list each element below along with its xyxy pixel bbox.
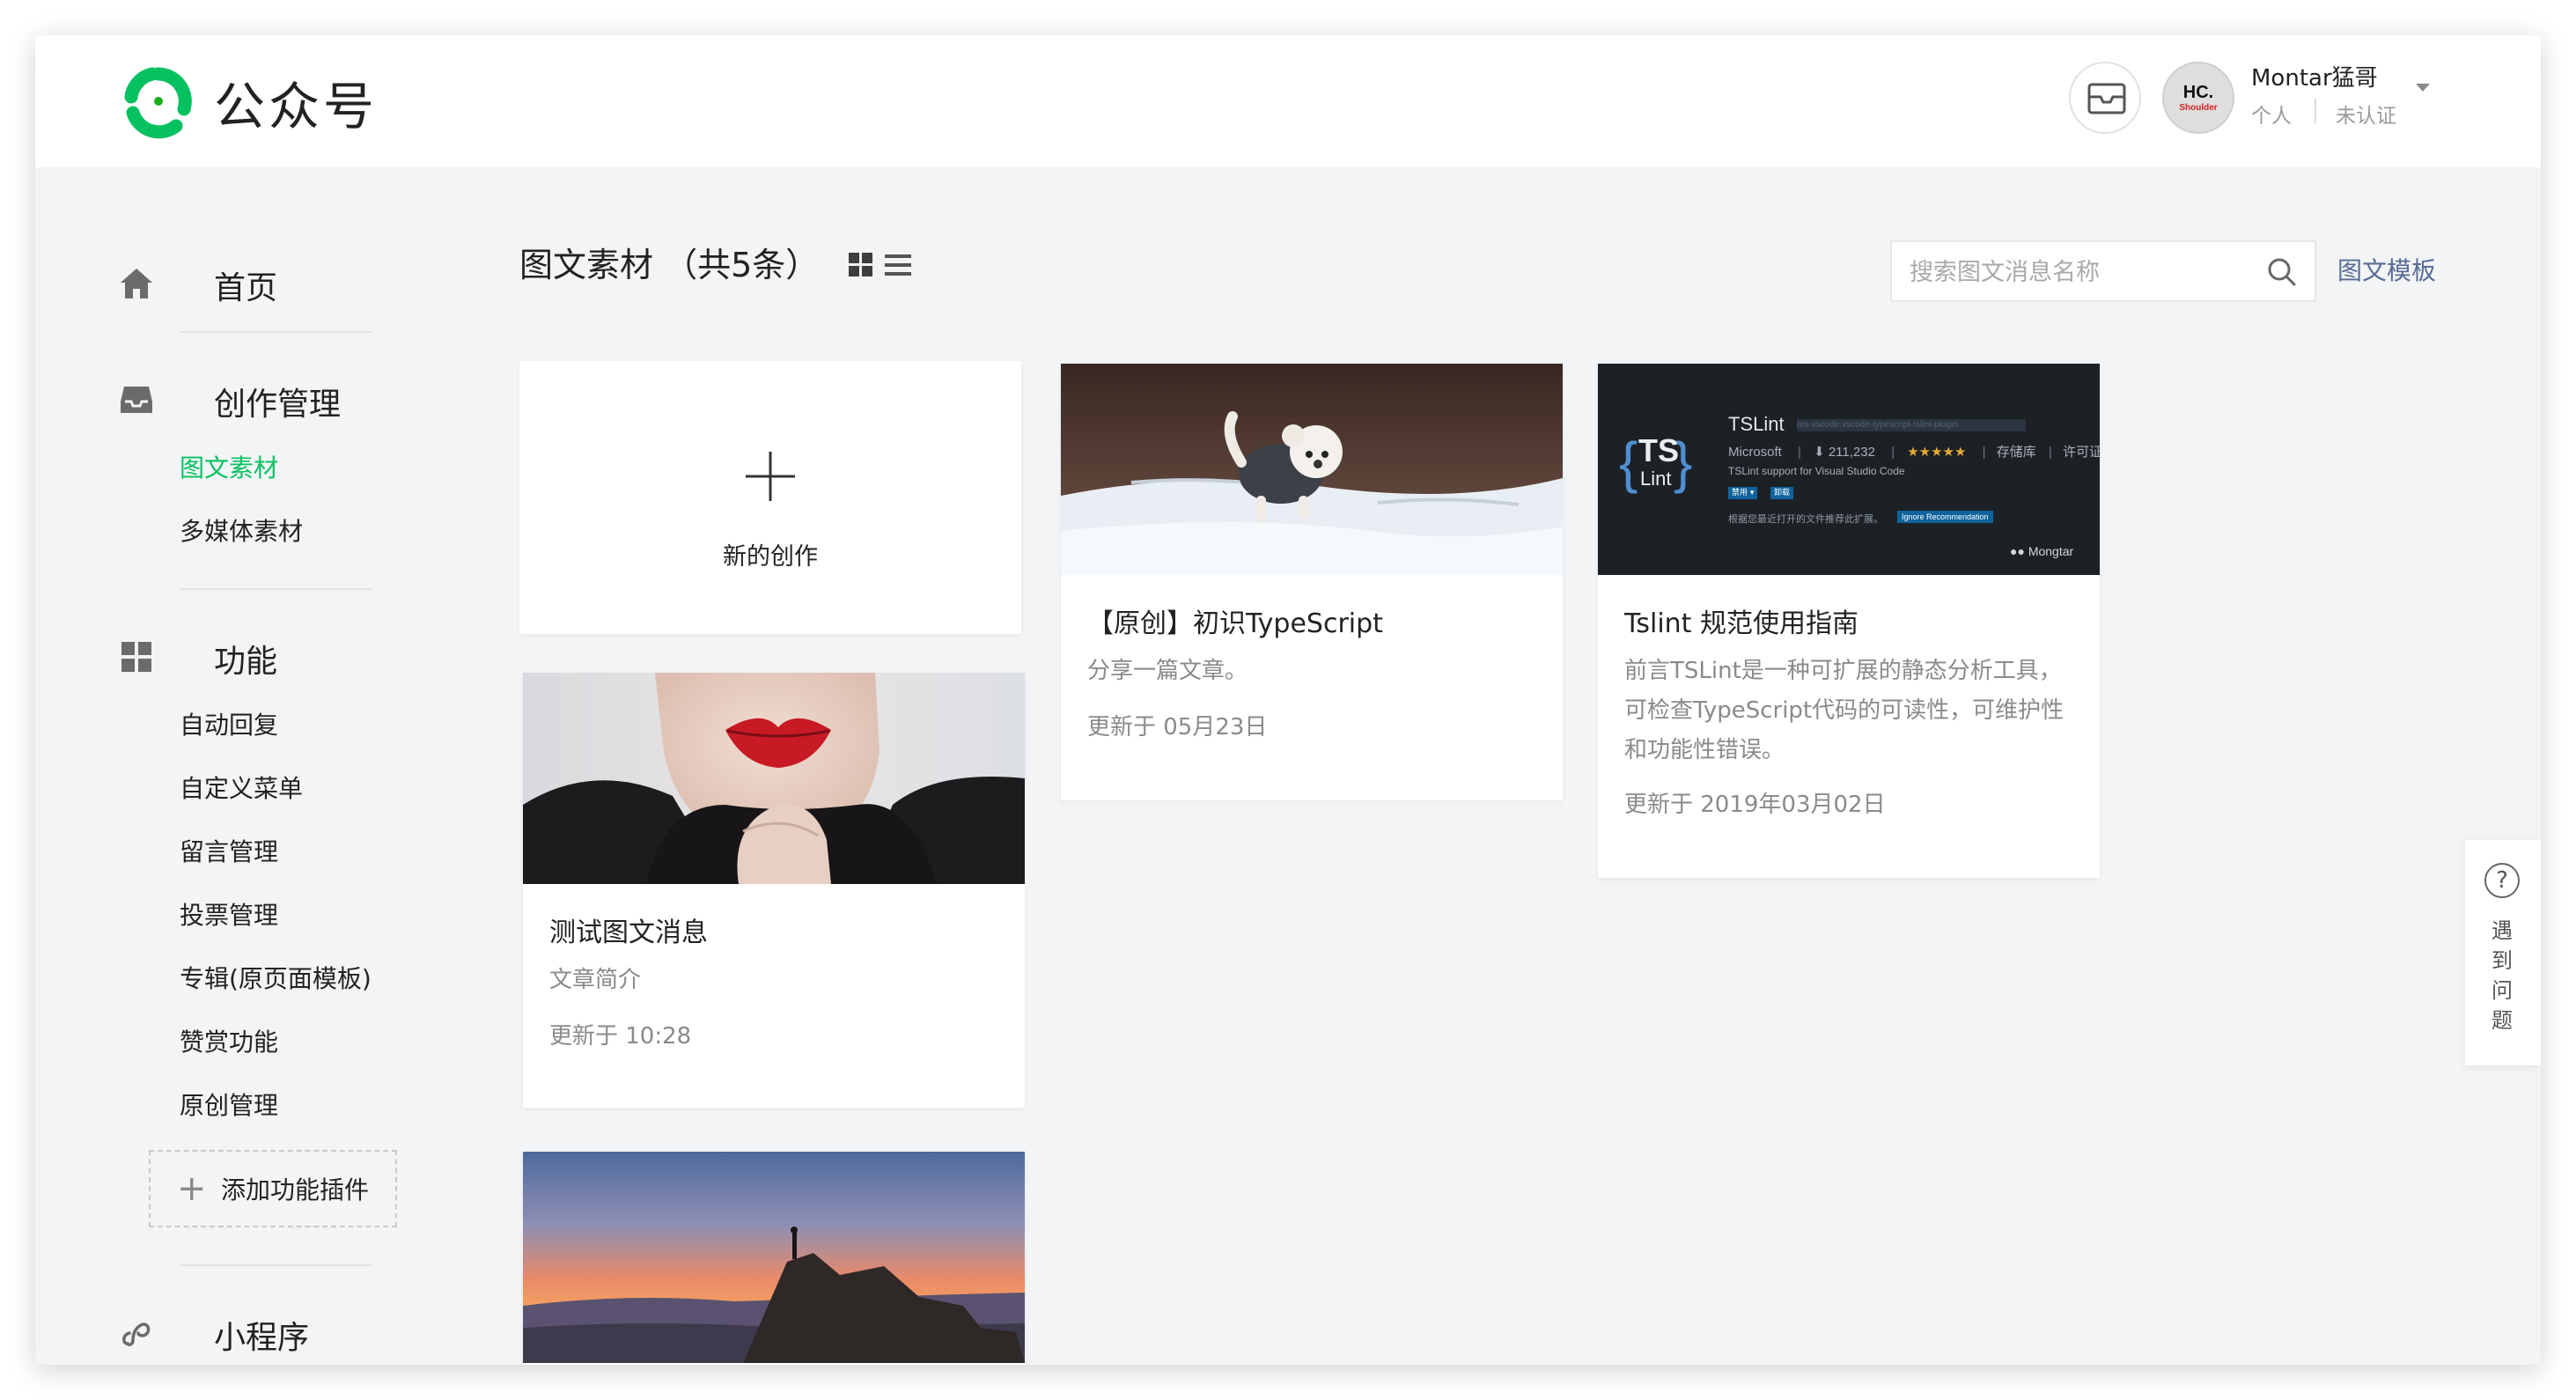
home-icon — [121, 269, 152, 298]
list-view-icon[interactable] — [885, 252, 911, 278]
grid-view-icon[interactable] — [848, 252, 874, 278]
sidebar-item-rewards[interactable]: 赞赏功能 — [180, 1023, 278, 1058]
article-thumbnail — [1061, 364, 1563, 575]
article-digest: 文章简介 — [549, 967, 642, 993]
sidebar-item-albums[interactable]: 专辑(原页面模板) — [180, 960, 372, 995]
tslint-stars: ★★★★★ — [1907, 445, 1967, 460]
sidebar-item-original[interactable]: 原创管理 — [180, 1087, 278, 1122]
sidebar-divider — [180, 331, 372, 333]
tslint-logo-bottom: Lint — [1640, 468, 1672, 490]
article-title: Tslint 规范使用指南 — [1624, 608, 1858, 639]
tslint-installs: 211,232 — [1828, 445, 1875, 460]
grid-icon — [121, 642, 151, 672]
search-icon[interactable] — [2267, 257, 2297, 287]
app-window: 公众号 HC. Shoulder Montar猛哥 个人 未认证 首页 创作管理 — [35, 35, 2541, 1365]
article-title: 测试图文消息 — [549, 917, 708, 948]
tslint-logo: { } TS Lint — [1619, 431, 1693, 494]
tslint-publisher: Microsoft — [1728, 445, 1782, 460]
help-label: 遇到问题 — [2491, 918, 2513, 1033]
tslint-desc: TSLint support for Visual Studio Code — [1728, 465, 1905, 477]
inbox-icon — [121, 387, 152, 413]
sidebar-section-label: 创作管理 — [214, 387, 342, 423]
new-creation-label: 新的创作 — [723, 543, 818, 571]
sidebar-item-image-text[interactable]: 图文素材 — [180, 449, 278, 484]
page-title: 图文素材 （共5条） — [519, 246, 820, 284]
tslint-ignore-button: Ignore Recommendation — [1897, 511, 1993, 523]
search-input[interactable] — [1908, 254, 2255, 290]
sidebar-item-comments[interactable]: 留言管理 — [180, 833, 278, 868]
sidebar-item-votes[interactable]: 投票管理 — [180, 896, 278, 932]
tslint-license: 许可证 — [2062, 445, 2100, 460]
add-plugin-label: 添加功能插件 — [221, 1175, 370, 1205]
tslint-tag-disable: 禁用 ▾ — [1728, 487, 1758, 499]
article-digest: 分享一篇文章。 — [1087, 658, 1248, 684]
help-tab[interactable]: ? 遇到问题 — [2465, 840, 2541, 1065]
wechat-official-logo-icon[interactable] — [119, 62, 198, 141]
top-bar: 公众号 HC. Shoulder Montar猛哥 个人 未认证 — [35, 35, 2541, 167]
sidebar-section-label: 功能 — [214, 644, 278, 680]
new-creation-card[interactable]: 新的创作 — [519, 361, 1021, 634]
sidebar-divider — [180, 1264, 372, 1266]
user-divider — [2315, 99, 2316, 123]
sidebar-item-media[interactable]: 多媒体素材 — [180, 512, 303, 548]
add-plugin-button[interactable]: + 添加功能插件 — [149, 1150, 397, 1227]
sidebar-divider — [180, 588, 372, 590]
watermark: ●● Mongtar — [2010, 544, 2073, 558]
article-card[interactable]: 【原创】初识TypeScript 分享一篇文章。 更新于 05月23日 — [1061, 364, 1563, 800]
tslint-slug: ms-vscode.vscode-typescript-tslint-plugi… — [1797, 419, 2026, 431]
tslint-note: 根据您最近打开的文件推荐此扩展。 — [1728, 513, 1883, 525]
article-card[interactable] — [523, 1152, 1025, 1365]
article-thumbnail — [523, 1152, 1025, 1363]
article-updated: 更新于 2019年03月02日 — [1624, 792, 1886, 818]
account-type: 个人 — [2251, 105, 2292, 128]
plus-icon — [746, 452, 795, 501]
mail-button[interactable] — [2069, 62, 2141, 134]
question-icon: ? — [2484, 863, 2520, 898]
tslint-logo-top: TS — [1638, 432, 1680, 468]
verify-status: 未认证 — [2336, 105, 2396, 128]
watermark-text: Mongtar — [2028, 544, 2074, 558]
wechat-icon: ●● — [2010, 544, 2025, 558]
plus-icon: + — [177, 1168, 207, 1209]
article-title: 【原创】初识TypeScript — [1087, 608, 1383, 639]
article-card[interactable]: { } TS Lint TSLint ms-vscode.vscode-type… — [1598, 364, 2100, 878]
sidebar-item-auto-reply[interactable]: 自动回复 — [180, 706, 278, 741]
mail-icon — [2087, 83, 2126, 114]
article-updated: 更新于 10:28 — [549, 1023, 692, 1050]
download-icon: ⬇ — [1814, 445, 1825, 460]
tslint-repo: 存储库 — [1996, 445, 2036, 460]
article-card[interactable]: 测试图文消息 文章简介 更新于 10:28 — [523, 673, 1025, 1108]
article-thumbnail — [523, 673, 1025, 884]
chevron-down-icon[interactable] — [2416, 84, 2430, 92]
avatar-text: HC. — [2182, 83, 2214, 102]
avatar-subtext: Shoulder — [2179, 103, 2218, 113]
tslint-tag-uninstall: 卸载 — [1770, 487, 1794, 499]
tslint-name: TSLint — [1728, 413, 1785, 435]
template-link[interactable]: 图文模板 — [2337, 252, 2436, 287]
tslint-meta: Microsoft | ⬇ 211,232 | ★★★★★ | 存储库 | 许可… — [1728, 442, 2100, 461]
user-name[interactable]: Montar猛哥 — [2251, 60, 2378, 92]
article-digest: 前言TSLint是一种可扩展的静态分析工具，可检查TypeScript代码的可读… — [1624, 658, 2064, 763]
sidebar-item-label: 小程序 — [214, 1320, 310, 1356]
article-thumbnail: { } TS Lint TSLint ms-vscode.vscode-type… — [1598, 364, 2100, 575]
sidebar-item-label: 首页 — [214, 270, 278, 306]
sidebar-item-custom-menu[interactable]: 自定义菜单 — [180, 770, 303, 805]
avatar[interactable]: HC. Shoulder — [2162, 62, 2234, 134]
logo-text[interactable]: 公众号 — [214, 65, 378, 139]
article-updated: 更新于 05月23日 — [1087, 714, 1268, 741]
link-icon — [122, 1323, 151, 1346]
search-box — [1890, 240, 2316, 302]
